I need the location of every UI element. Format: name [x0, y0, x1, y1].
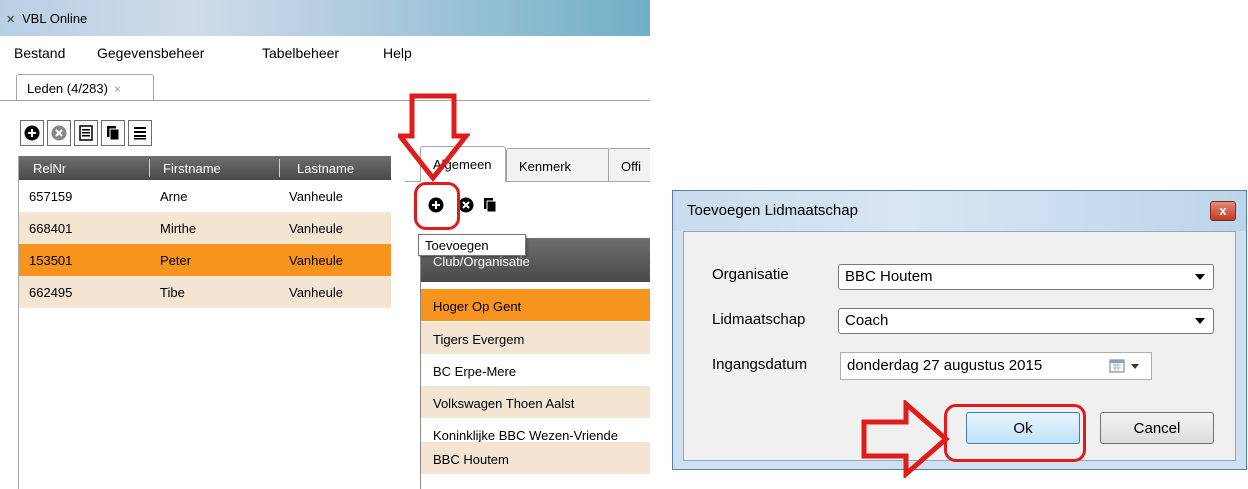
table-row[interactable]: 657159 Arne Vanheule: [19, 180, 391, 212]
tab-kenmerk[interactable]: Kenmerk: [506, 148, 610, 182]
ingangsdatum-value: donderdag 27 augustus 2015: [847, 357, 1043, 374]
organisatie-select[interactable]: BBC Houtem: [838, 264, 1214, 290]
list-button[interactable]: [74, 120, 98, 146]
cell-firstname: Peter: [160, 253, 192, 268]
lidmaatschap-select[interactable]: Coach: [838, 308, 1214, 334]
list-icon: [79, 125, 93, 141]
column-header-firstname[interactable]: Firstname: [149, 156, 279, 180]
lidmaatschap-value: Coach: [845, 312, 889, 329]
club-row[interactable]: Volkswagen Thoen Aalst: [421, 386, 650, 418]
delete-icon: [458, 197, 474, 213]
annotation-arrow-down-icon: [398, 93, 470, 183]
table-row[interactable]: 662495 Tibe Vanheule: [19, 276, 391, 308]
table-row[interactable]: 668401 Mirthe Vanheule: [19, 212, 391, 244]
column-header-lastname[interactable]: Lastname: [279, 156, 391, 180]
organisatie-value: BBC Houtem: [845, 268, 933, 285]
club-grid: Club/Organisatie Hoger Op Gent Tigers Ev…: [420, 238, 650, 489]
lines-icon: [134, 127, 146, 140]
tab-leden[interactable]: Leden (4/283) ×: [16, 74, 154, 101]
annotation-highlight-add: [414, 182, 460, 230]
cell-lastname: Vanheule: [289, 253, 343, 268]
ingangsdatum-datepicker[interactable]: donderdag 27 augustus 2015: [840, 352, 1152, 380]
tab-offi[interactable]: Offi: [608, 148, 650, 182]
table-row-selected[interactable]: 153501 Peter Vanheule: [19, 244, 391, 276]
title-bar: ✕ VBL Online: [0, 0, 650, 36]
menu-tabelbeheer[interactable]: Tabelbeheer: [262, 45, 339, 61]
copy-icon: [484, 198, 497, 213]
add-button[interactable]: [20, 120, 44, 146]
annotation-arrow-right-icon: [861, 400, 950, 478]
club-row-selected[interactable]: Hoger Op Gent: [421, 289, 650, 321]
column-separator: [149, 159, 150, 177]
tab-leden-label: Leden (4/283): [27, 81, 108, 96]
delete-button[interactable]: [47, 120, 71, 146]
cell-relnr: 662495: [29, 285, 73, 300]
dialog-title-bar: Toevoegen Lidmaatschap x: [673, 191, 1246, 231]
copy-membership-button[interactable]: [480, 194, 500, 216]
dialog-title: Toevoegen Lidmaatschap: [687, 202, 858, 219]
cancel-button[interactable]: Cancel: [1100, 412, 1214, 444]
add-icon: [24, 125, 40, 141]
document-tabs: Leden (4/283) ×: [0, 70, 650, 101]
app-window: ✕ VBL Online Bestand Gegevensbeheer Tabe…: [0, 0, 650, 489]
chevron-down-icon: [1195, 318, 1205, 324]
copy-icon: [107, 126, 120, 141]
lidmaatschap-label: Lidmaatschap: [712, 311, 806, 328]
cell-firstname: Tibe: [160, 285, 185, 300]
tab-divider: [0, 100, 650, 101]
calendar-icon[interactable]: [1109, 359, 1125, 373]
close-icon[interactable]: x: [1210, 201, 1236, 221]
cell-lastname: Vanheule: [289, 221, 343, 236]
copy-button[interactable]: [101, 120, 125, 146]
window-title: VBL Online: [22, 11, 88, 26]
menu-bestand[interactable]: Bestand: [14, 45, 65, 61]
cell-lastname: Vanheule: [289, 285, 343, 300]
menu-bar: Bestand Gegevensbeheer Tabelbeheer Help: [0, 36, 650, 70]
ingangsdatum-label: Ingangsdatum: [712, 356, 808, 373]
cell-relnr: 668401: [29, 221, 73, 236]
delete-icon: [51, 125, 67, 141]
club-row[interactable]: Tigers Evergem: [421, 322, 650, 354]
leden-grid: RelNr Firstname Lastname 657159 Arne Van…: [18, 156, 391, 489]
lines-button[interactable]: [128, 120, 152, 146]
chevron-down-icon: [1195, 274, 1205, 280]
cell-relnr: 657159: [29, 189, 73, 204]
column-separator: [279, 159, 280, 177]
menu-help[interactable]: Help: [383, 45, 412, 61]
cell-firstname: Mirthe: [160, 221, 197, 236]
club-row[interactable]: BBC Houtem: [421, 442, 650, 474]
app-icon: ✕: [6, 14, 16, 26]
chevron-down-icon[interactable]: [1131, 364, 1139, 369]
annotation-highlight-ok: [944, 404, 1086, 462]
cell-relnr: 153501: [29, 253, 73, 268]
menu-gegevensbeheer[interactable]: Gegevensbeheer: [97, 45, 204, 61]
column-header-relnr[interactable]: RelNr: [19, 156, 149, 180]
club-row[interactable]: BC Erpe-Mere: [421, 354, 650, 386]
tooltip: Toevoegen: [418, 234, 526, 256]
close-icon[interactable]: ×: [114, 82, 121, 96]
cell-firstname: Arne: [160, 189, 188, 204]
cell-lastname: Vanheule: [289, 189, 343, 204]
organisatie-label: Organisatie: [712, 266, 789, 283]
